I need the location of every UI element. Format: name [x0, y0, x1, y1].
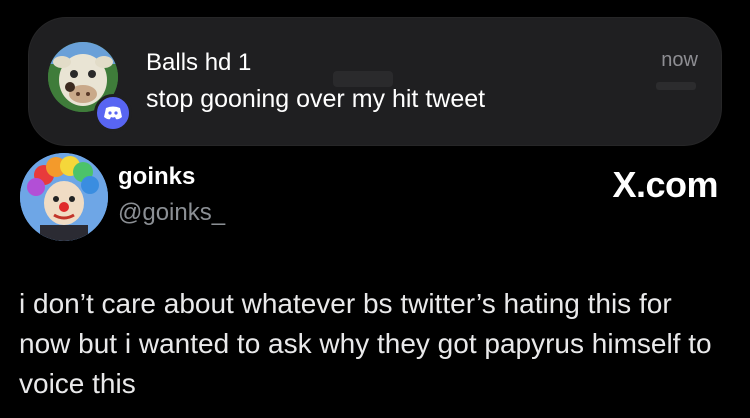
tweet-handle[interactable]: @goinks_: [118, 199, 225, 227]
background-blur-shape: [656, 82, 696, 90]
tweet-display-name[interactable]: goinks: [118, 163, 195, 191]
source-label: X.com: [612, 164, 718, 205]
notification-banner[interactable]: Balls hd 1 stop gooning over my hit twee…: [28, 17, 722, 146]
notification-sender: Balls hd 1: [146, 49, 252, 76]
tweet-text: i don’t care about whatever bs twitter’s…: [19, 288, 712, 399]
notification-message: stop gooning over my hit tweet: [146, 85, 486, 113]
clown-avatar-icon[interactable]: [20, 153, 108, 241]
notification-time: now: [661, 49, 698, 71]
discord-icon: [94, 94, 132, 132]
